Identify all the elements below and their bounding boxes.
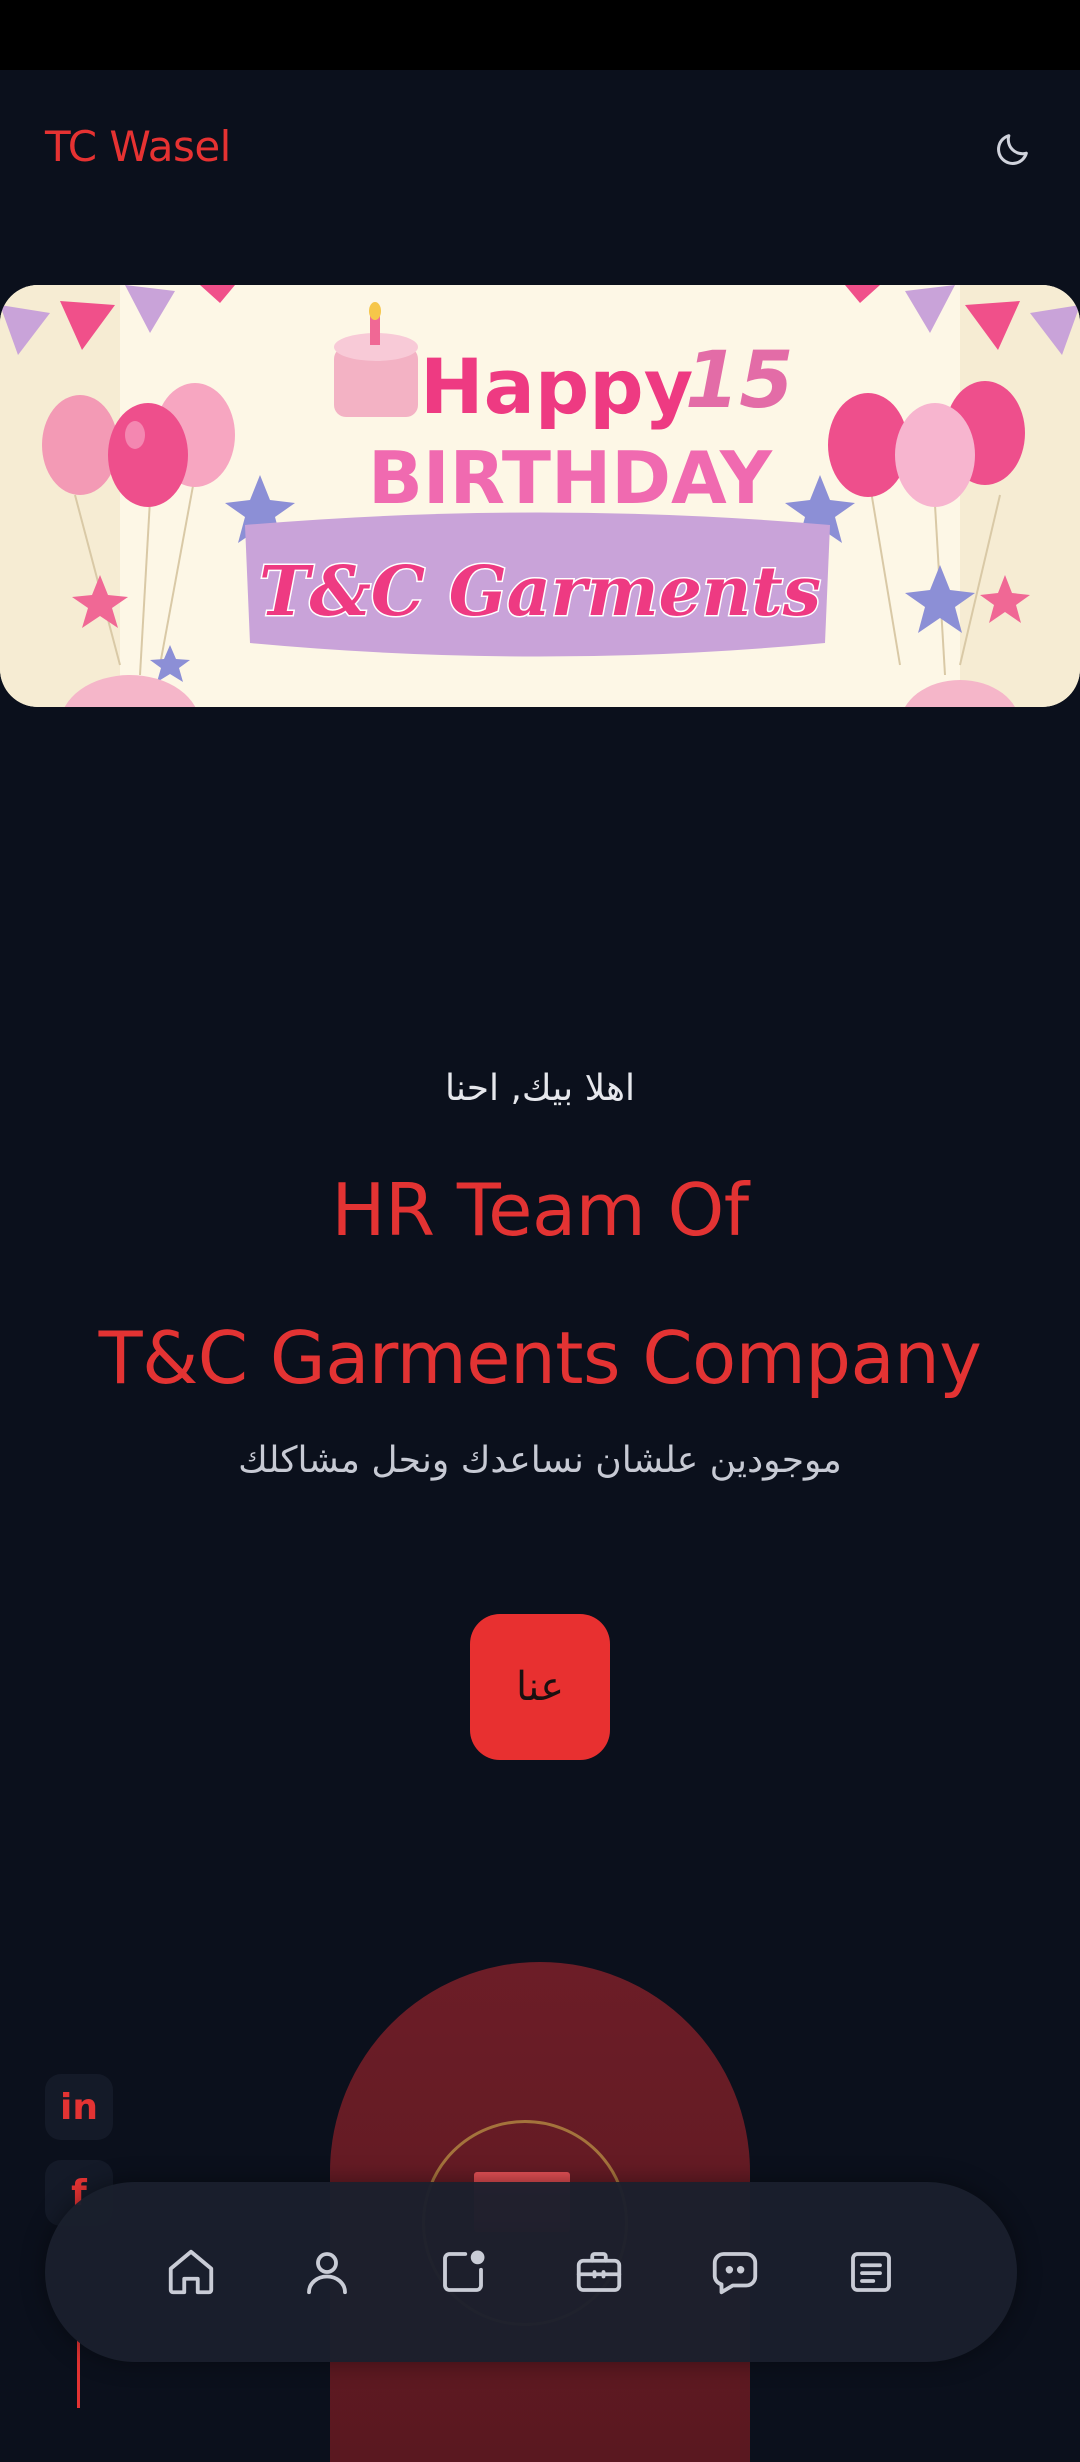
document-icon [851,2252,891,2292]
about-us-button[interactable]: عنا [470,1614,610,1760]
nav-notifications[interactable] [434,2243,492,2301]
bottom-navigation [45,2182,1017,2362]
home-icon [168,2249,214,2295]
banner-happy-text: Happy [420,342,693,431]
hero-title-line1: HR Team Of [331,1168,749,1252]
nav-profile[interactable] [298,2243,356,2301]
banner-number-text: 15 [685,336,794,426]
banner-ribbon-text: T&C Garments [259,552,821,632]
status-bar [0,0,1080,70]
chat-icon [712,2252,758,2295]
nav-services[interactable] [570,2243,628,2301]
banner-birthday-text: BIRTHDAY [368,436,773,520]
moon-icon [997,134,1028,165]
app-header: TC Wasel [0,70,1080,230]
theme-toggle-button[interactable] [988,124,1038,174]
brand-logo-text[interactable]: TC Wasel [45,122,231,171]
briefcase-icon [576,2252,622,2292]
birthday-banner: Happy 15 BIRTHDAY T&C Garments [0,285,1080,707]
linkedin-button[interactable]: in [45,2074,113,2140]
notification-icon [443,2250,485,2292]
nav-documents[interactable] [842,2243,900,2301]
social-divider-line [77,2340,80,2408]
hero-subtitle: موجودين علشان نساعدك ونحل مشاكلك [238,1440,842,1481]
nav-home[interactable] [162,2243,220,2301]
nav-chat[interactable] [706,2243,764,2301]
hero-greeting: اهلا بيك, احنا [444,1068,636,1109]
linkedin-icon: in [60,2086,98,2128]
hero-title-line2: T&C Garments Company [98,1316,982,1400]
user-icon [307,2252,347,2295]
